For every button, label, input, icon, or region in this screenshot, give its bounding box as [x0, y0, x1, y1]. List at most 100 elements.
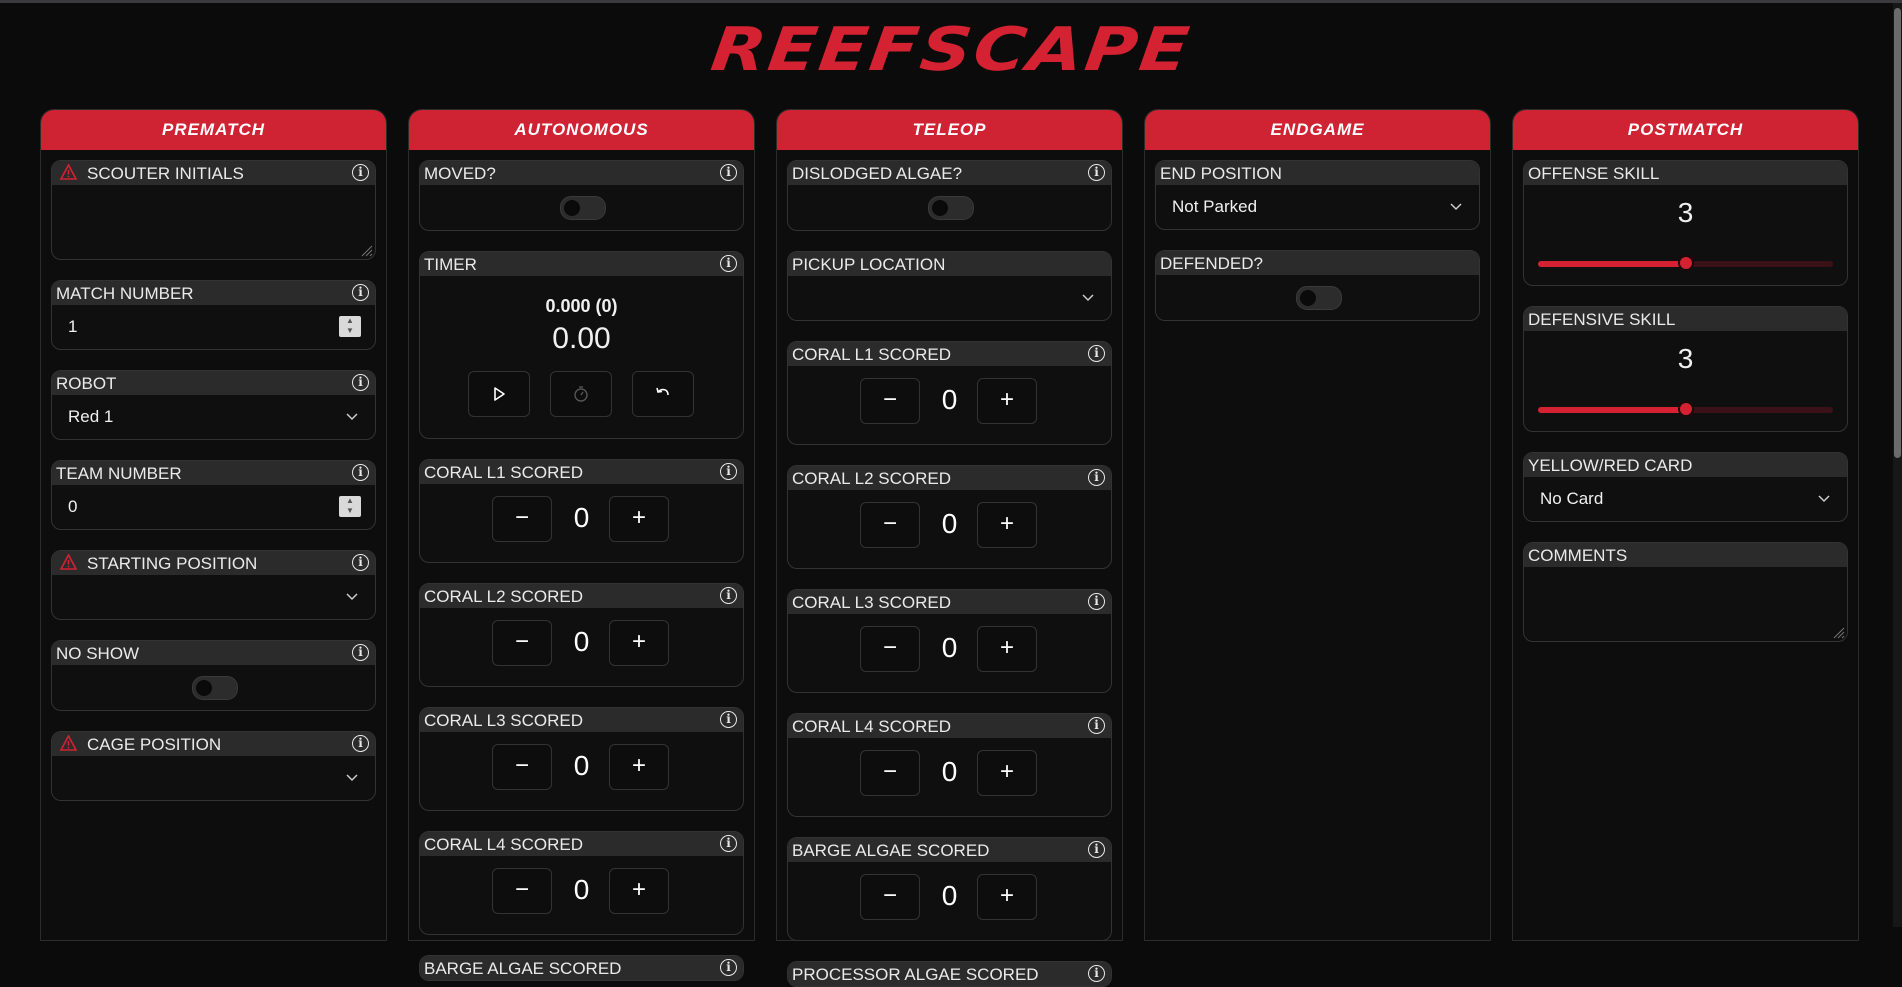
- starting-position-select[interactable]: [52, 575, 375, 619]
- increment-button[interactable]: +: [609, 868, 669, 914]
- info-icon[interactable]: i: [1088, 593, 1105, 610]
- timer-summary: 0.000 (0): [545, 296, 618, 316]
- end-position-select[interactable]: Not Parked: [1156, 185, 1479, 229]
- no-show-toggle[interactable]: [191, 676, 238, 700]
- info-icon[interactable]: i: [720, 711, 737, 728]
- warning-icon: [60, 554, 77, 570]
- info-icon[interactable]: i: [720, 463, 737, 480]
- toggle-knob: [563, 200, 580, 216]
- comments-label: COMMENTS: [1528, 546, 1628, 565]
- dislodged-algae-field: DISLODGED ALGAE? i: [787, 160, 1112, 231]
- scouter-initials-input[interactable]: [52, 185, 375, 259]
- match-number-input[interactable]: 1 ▲ ▼: [52, 305, 375, 349]
- timer-reset-button[interactable]: [632, 371, 694, 417]
- auto-coral-l2-label: CORAL L2 SCORED: [424, 587, 584, 606]
- info-icon[interactable]: i: [1088, 841, 1105, 858]
- number-stepper[interactable]: ▲ ▼: [339, 496, 361, 517]
- starting-position-field: STARTING POSITION i: [51, 550, 376, 620]
- no-show-label: NO SHOW: [56, 644, 140, 663]
- resize-grip-icon[interactable]: [361, 245, 373, 257]
- info-icon[interactable]: i: [1088, 164, 1105, 181]
- timer-lap-button[interactable]: [550, 371, 612, 417]
- prematch-header: PREMATCH: [41, 110, 386, 150]
- endgame-header: ENDGAME: [1145, 110, 1490, 150]
- info-icon[interactable]: i: [352, 464, 369, 481]
- slider-fill: [1538, 407, 1686, 413]
- info-icon[interactable]: i: [720, 255, 737, 272]
- info-icon[interactable]: i: [720, 959, 737, 976]
- robot-select[interactable]: Red 1: [52, 395, 375, 439]
- slider-thumb[interactable]: [1677, 255, 1694, 271]
- cage-position-select[interactable]: [52, 756, 375, 800]
- stepper-down-icon[interactable]: ▼: [339, 506, 361, 516]
- stepper-down-icon[interactable]: ▼: [339, 326, 361, 336]
- info-icon[interactable]: i: [352, 164, 369, 181]
- increment-button[interactable]: +: [977, 874, 1037, 920]
- info-icon[interactable]: i: [352, 554, 369, 571]
- counter-value: 0: [941, 508, 958, 539]
- timer-play-button[interactable]: [468, 371, 530, 417]
- scrollbar-thumb[interactable]: [1894, 8, 1901, 458]
- defended-field: DEFENDED?: [1155, 250, 1480, 321]
- info-icon[interactable]: i: [352, 374, 369, 391]
- comments-input[interactable]: [1524, 567, 1847, 641]
- counter-value: 0: [941, 384, 958, 415]
- auto-coral-l2-field: CORAL L2 SCORED i − 0 +: [419, 583, 744, 687]
- cage-position-field: CAGE POSITION i: [51, 731, 376, 801]
- dislodged-algae-toggle[interactable]: [927, 196, 974, 220]
- teleop-coral-l3-label: CORAL L3 SCORED: [792, 593, 952, 612]
- stepper-up-icon[interactable]: ▲: [339, 496, 361, 506]
- increment-button[interactable]: +: [609, 496, 669, 542]
- cage-position-label: CAGE POSITION: [87, 735, 222, 754]
- teleop-barge-algae-field: BARGE ALGAE SCORED i − 0 +: [787, 837, 1112, 941]
- info-icon[interactable]: i: [352, 284, 369, 301]
- defensive-skill-field: DEFENSIVE SKILL 3: [1523, 306, 1848, 432]
- info-icon[interactable]: i: [352, 644, 369, 661]
- info-icon[interactable]: i: [1088, 717, 1105, 734]
- teleop-coral-l4-field: CORAL L4 SCORED i − 0 +: [787, 713, 1112, 817]
- info-icon[interactable]: i: [720, 587, 737, 604]
- pickup-location-select[interactable]: [788, 276, 1111, 320]
- number-stepper[interactable]: ▲ ▼: [339, 316, 361, 337]
- resize-grip-icon[interactable]: [1833, 627, 1845, 639]
- end-position-field: END POSITION Not Parked: [1155, 160, 1480, 230]
- team-number-field: TEAM NUMBER i 0 ▲ ▼: [51, 460, 376, 530]
- info-icon[interactable]: i: [1088, 469, 1105, 486]
- slider-thumb[interactable]: [1677, 401, 1694, 417]
- pickup-location-label: PICKUP LOCATION: [792, 255, 946, 274]
- card-select[interactable]: No Card: [1524, 477, 1847, 521]
- team-number-input[interactable]: 0 ▲ ▼: [52, 485, 375, 529]
- starting-position-label: STARTING POSITION: [87, 554, 258, 573]
- match-number-field: MATCH NUMBER i 1 ▲ ▼: [51, 280, 376, 350]
- timer-value: 0.00: [552, 322, 611, 355]
- auto-coral-l4-label: CORAL L4 SCORED: [424, 835, 584, 854]
- teleop-coral-l3-field: CORAL L3 SCORED i − 0 +: [787, 589, 1112, 693]
- card-label: YELLOW/RED CARD: [1528, 456, 1693, 475]
- increment-button[interactable]: +: [609, 744, 669, 790]
- defended-toggle[interactable]: [1295, 286, 1342, 310]
- info-icon[interactable]: i: [1088, 965, 1105, 982]
- defensive-skill-slider[interactable]: [1538, 401, 1833, 417]
- auto-barge-algae-field: BARGE ALGAE SCORED i: [419, 955, 744, 981]
- increment-button[interactable]: +: [977, 502, 1037, 548]
- team-number-label: TEAM NUMBER: [56, 464, 182, 483]
- moved-toggle[interactable]: [559, 196, 606, 220]
- chevron-down-icon: [1082, 294, 1094, 302]
- counter-value: 0: [941, 880, 958, 911]
- info-icon[interactable]: i: [720, 164, 737, 181]
- increment-button[interactable]: +: [977, 626, 1037, 672]
- info-icon[interactable]: i: [352, 735, 369, 752]
- no-show-field: NO SHOW i: [51, 640, 376, 711]
- increment-button[interactable]: +: [609, 620, 669, 666]
- chevron-down-icon: [1818, 495, 1830, 503]
- increment-button[interactable]: +: [977, 378, 1037, 424]
- slider-fill: [1538, 261, 1686, 267]
- offense-skill-slider[interactable]: [1538, 255, 1833, 271]
- auto-coral-l1-label: CORAL L1 SCORED: [424, 463, 584, 482]
- postmatch-header: POSTMATCH: [1513, 110, 1858, 150]
- endgame-column: ENDGAME END POSITION Not Parked DEFENDED…: [1144, 109, 1491, 941]
- stepper-up-icon[interactable]: ▲: [339, 316, 361, 326]
- info-icon[interactable]: i: [1088, 345, 1105, 362]
- info-icon[interactable]: i: [720, 835, 737, 852]
- increment-button[interactable]: +: [977, 750, 1037, 796]
